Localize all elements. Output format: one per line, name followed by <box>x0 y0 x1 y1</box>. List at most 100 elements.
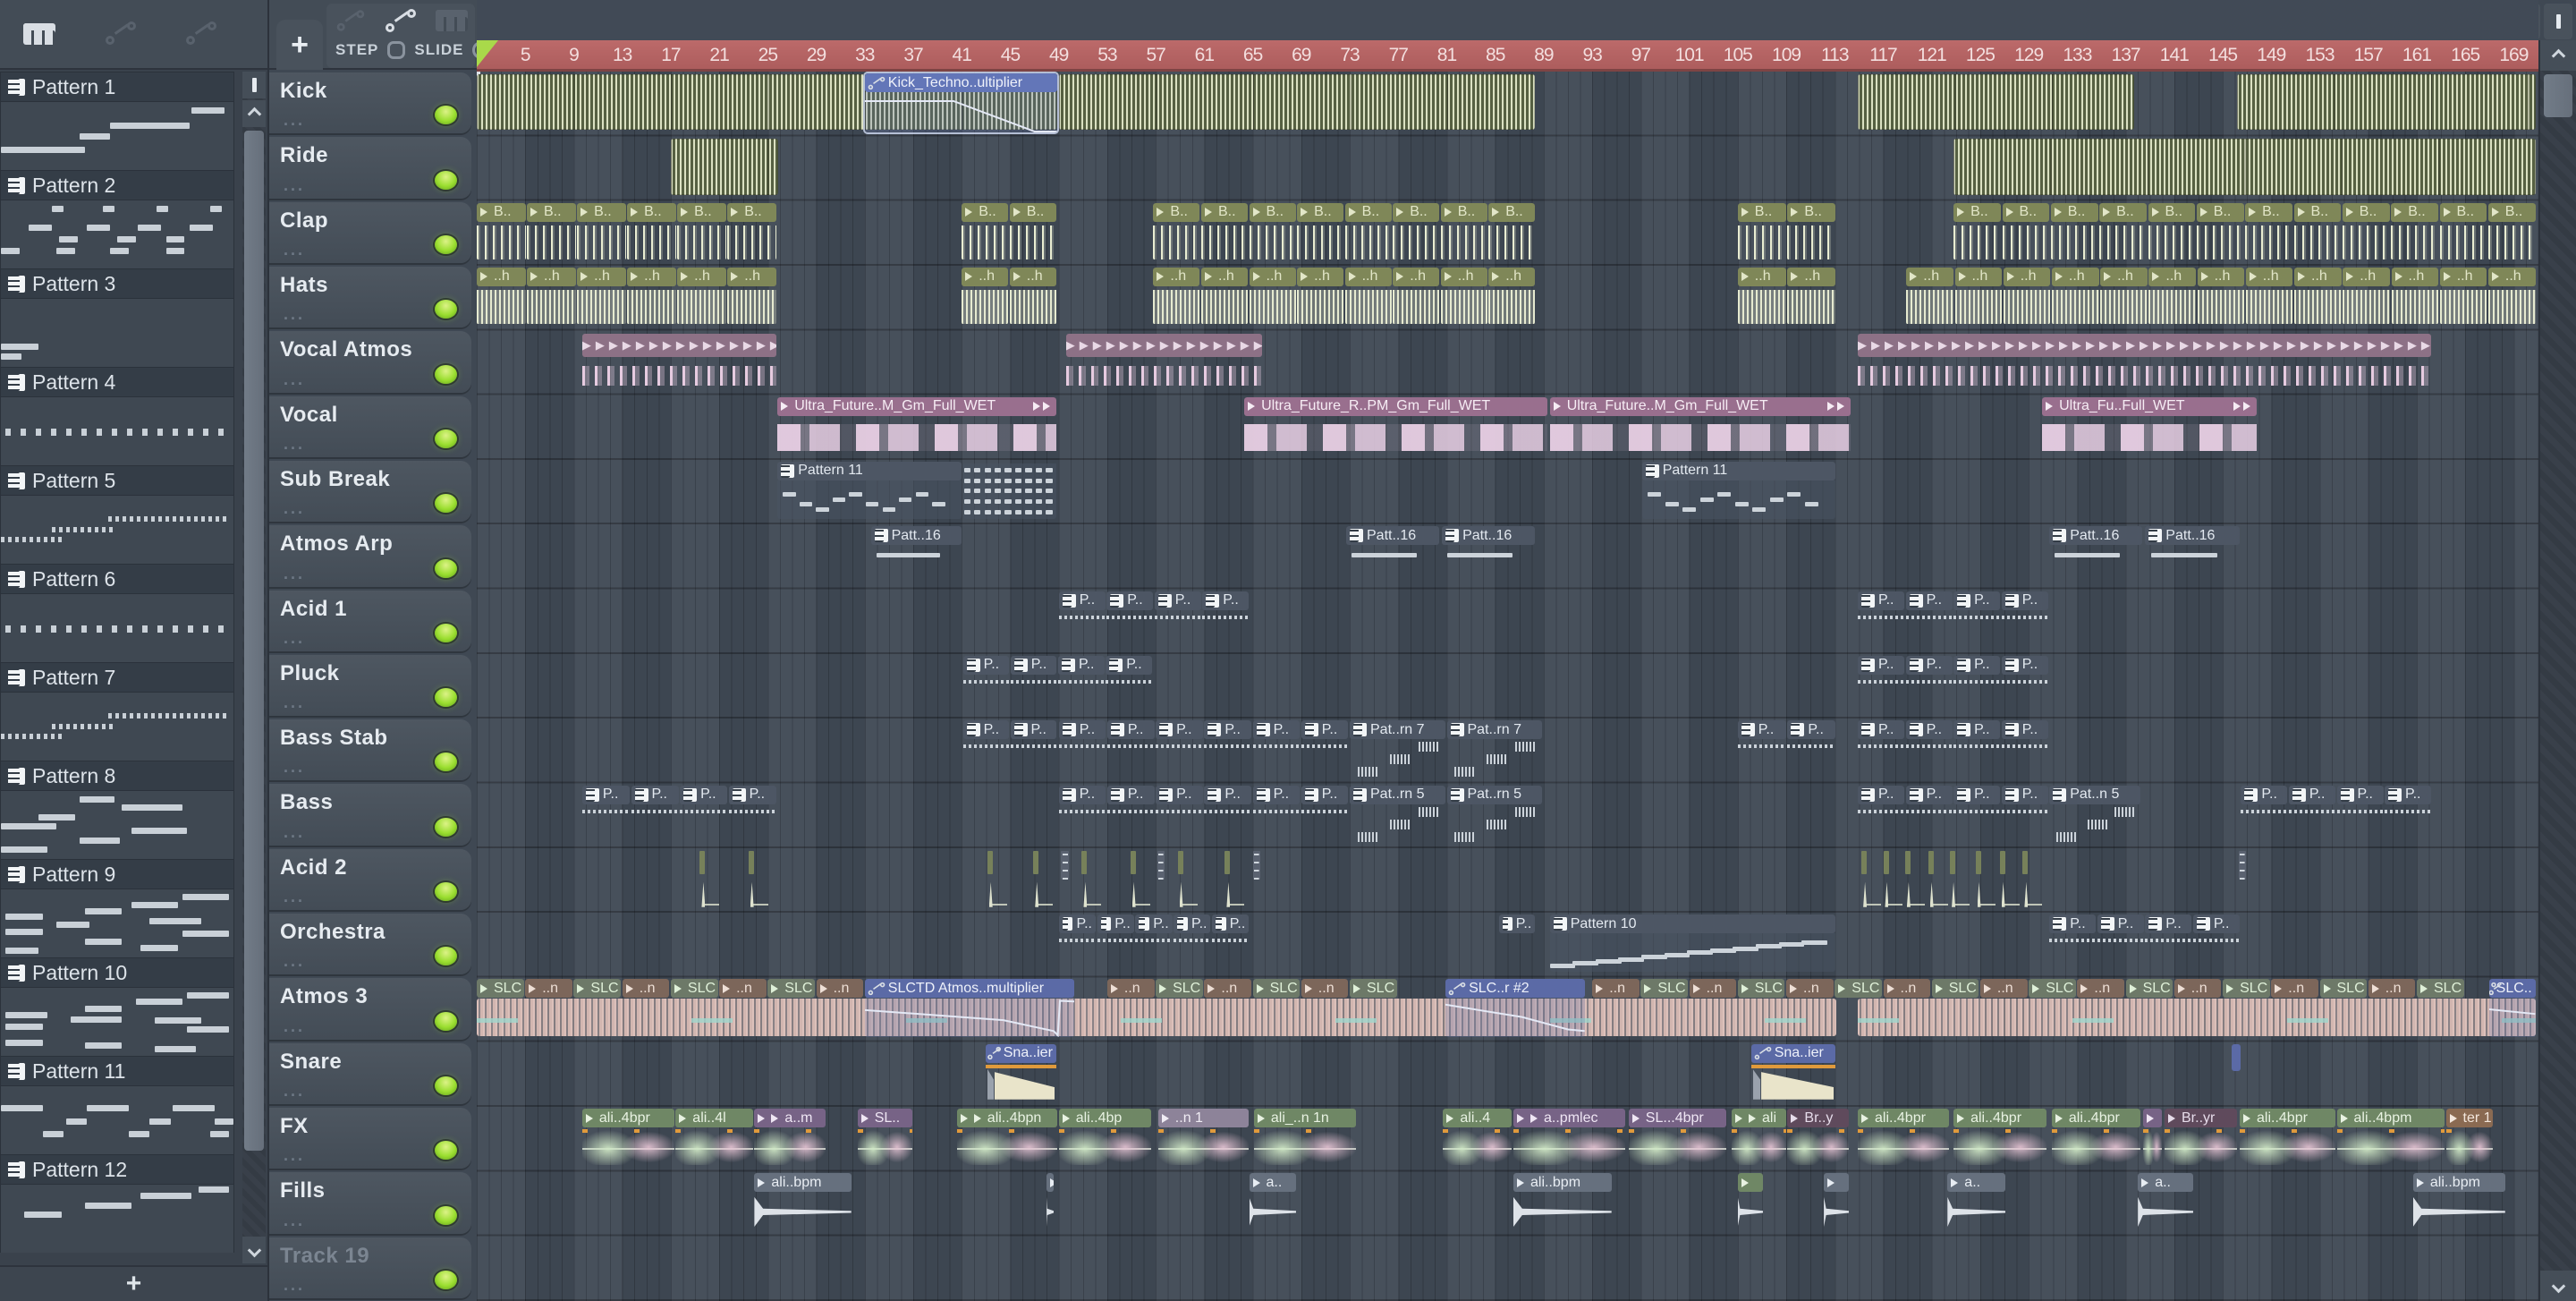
waveform-icon[interactable] <box>106 21 136 45</box>
clip-fill[interactable] <box>1046 1173 1055 1230</box>
clip-atmos3-slice[interactable]: ..n <box>1786 979 1834 999</box>
clip-atmos3-slice[interactable]: ..n <box>622 979 670 999</box>
clip-atmos3-slice[interactable]: SLC <box>1350 979 1397 999</box>
track-header-vocal[interactable]: Vocal... <box>269 395 471 457</box>
clip-acid2[interactable] <box>1975 850 1981 874</box>
clip-acid2[interactable] <box>1081 850 1088 874</box>
clip-drum-loop[interactable]: B.. <box>2487 202 2536 260</box>
clip-fill[interactable]: ali..bpm <box>1513 1173 1612 1230</box>
clip-acid2[interactable] <box>748 850 754 874</box>
clip-midi-small[interactable]: P.. <box>1737 720 1786 778</box>
clip-snare-sliver[interactable] <box>2231 1043 2241 1071</box>
clip-drum-loop[interactable]: ..h <box>2051 267 2099 325</box>
pattern-preview[interactable] <box>0 594 234 662</box>
clip-atmos3-slice[interactable]: ..n <box>816 979 864 999</box>
clip-midi-small[interactable]: P.. <box>1174 914 1211 972</box>
clip-fill[interactable] <box>1737 1173 1764 1230</box>
track-mute-led[interactable] <box>435 106 457 125</box>
clip-atmos3-slice[interactable]: SLC <box>767 979 815 999</box>
clip-acid2-alt[interactable] <box>1252 850 1261 880</box>
step-toggle[interactable] <box>387 41 406 59</box>
clip-midi-small[interactable]: P.. <box>1858 720 1904 778</box>
clip-drum-loop[interactable]: B.. <box>2148 202 2196 260</box>
clip-drum-loop[interactable]: ..h <box>1906 267 1953 325</box>
clip-vocal-atmos[interactable]: ▶▶▶▶▶▶▶▶▶▶▶▶▶▶▶▶▶▶▶▶▶▶▶▶▶▶▶▶▶▶▶▶▶▶▶▶▶▶▶▶… <box>1858 332 2432 389</box>
timeline-ruler[interactable]: 5 9 13 17 21 25 29 33 37 41 45 49 53 57 61 65 69 73 77 81 85… <box>477 40 2538 72</box>
clip-midi-small[interactable]: P.. <box>1204 785 1252 843</box>
track-mute-led[interactable] <box>435 234 457 254</box>
pattern-item-title[interactable]: Pattern 5 <box>0 465 234 496</box>
clip-drum-loop[interactable]: B.. <box>2099 202 2147 260</box>
clip-fx[interactable] <box>2142 1109 2163 1166</box>
pattern-preview[interactable] <box>0 397 234 465</box>
clip-atmos3-slice[interactable]: ..n <box>719 979 767 999</box>
clip-acid2[interactable] <box>1999 850 2005 874</box>
clip-midi-small[interactable]: P.. <box>2192 914 2240 972</box>
clip-atmos3-slice[interactable]: SLC <box>1737 979 1785 999</box>
clip-acid2[interactable] <box>1904 850 1911 874</box>
clip-acid2-alt[interactable] <box>1157 850 1165 880</box>
clip-orchestra-pattern[interactable]: Pattern 10 <box>1549 914 1836 973</box>
clip-midi-small[interactable]: P.. <box>1106 785 1155 843</box>
clip-midi-small[interactable]: P.. <box>2288 785 2335 843</box>
clip-acid2-alt[interactable] <box>1061 850 1070 880</box>
clip-atmos3-slice[interactable]: SLC <box>1931 979 1979 999</box>
clip-drum-loop[interactable]: ..h <box>2294 267 2342 325</box>
clip-midi-small[interactable]: P.. <box>2385 785 2431 843</box>
track-mute-led[interactable] <box>435 1141 457 1161</box>
clip-acid2[interactable] <box>1928 850 1934 874</box>
clip-snare-automation[interactable]: Sna..ier <box>986 1043 1056 1101</box>
clip-drum-loop[interactable]: ..h <box>1737 267 1786 325</box>
clip-vocal[interactable]: Ultra_Future_R..PM_Gm_Full_WET <box>1244 396 1547 455</box>
track-mute-led[interactable] <box>435 1011 457 1031</box>
track-mute-led[interactable] <box>435 300 457 319</box>
clip-drum-loop[interactable]: ..h <box>577 267 626 325</box>
clip-midi-pattern[interactable]: Pat..rn 7 <box>1446 720 1543 778</box>
clip-drum-loop[interactable]: ..h <box>2197 267 2245 325</box>
clip-acid2-alt[interactable] <box>2238 850 2247 880</box>
pattern-item-title[interactable]: Pattern 4 <box>0 367 234 397</box>
picker-scroll-up-button[interactable] <box>242 100 266 127</box>
track-options[interactable]: ... <box>284 629 305 648</box>
clip-fx[interactable]: ali..4bpr <box>1953 1109 2047 1166</box>
clip-atmos3-automation[interactable]: SLC.. <box>2489 979 2536 1037</box>
clip-atmos3-slice[interactable]: SLC <box>670 979 718 999</box>
clip-vocal-atmos[interactable]: ▶▶▶▶▶▶▶▶▶▶▶▶▶▶▶▶ <box>581 332 776 389</box>
track-options[interactable]: ... <box>284 1146 305 1165</box>
clip-midi-small[interactable]: P.. <box>1787 720 1836 778</box>
clip-midi-small[interactable]: P.. <box>1202 591 1250 649</box>
clip-drum-loop[interactable]: B.. <box>1787 202 1836 260</box>
track-options[interactable]: ... <box>284 305 305 324</box>
track-header-bass[interactable]: Bass... <box>269 784 471 846</box>
clip-acid2[interactable] <box>1861 850 1868 874</box>
clip-atmos3-slice[interactable]: SLC <box>2125 979 2174 999</box>
clip-drum-loop[interactable]: B.. <box>2342 202 2390 260</box>
pattern-preview[interactable] <box>0 102 234 170</box>
clip-kick-audio[interactable] <box>2237 74 2536 131</box>
automation-tool-icon[interactable] <box>386 9 416 32</box>
clip-drum-loop[interactable]: B.. <box>2293 202 2342 260</box>
clip-atmos3-slice[interactable]: ..n <box>1979 979 2028 999</box>
clip-drum-loop[interactable]: ..h <box>2245 267 2293 325</box>
clip-fx[interactable]: a..m <box>754 1109 826 1166</box>
clip-acid2[interactable] <box>699 850 706 874</box>
clip-midi-small[interactable]: P.. <box>2001 720 2048 778</box>
clip-atmos-arp[interactable]: Patt..16 <box>1442 526 1536 583</box>
clip-fill[interactable]: a.. <box>1947 1173 2006 1230</box>
clip-fx[interactable]: ali..4bpm <box>2336 1109 2445 1166</box>
clip-midi-small[interactable]: P.. <box>1905 655 1953 713</box>
clip-atmos3-slice[interactable]: SLC <box>2223 979 2270 999</box>
clip-acid2[interactable] <box>1224 850 1231 874</box>
clip-drum-loop[interactable]: B.. <box>627 202 676 260</box>
clip-midi-small[interactable]: P.. <box>1252 785 1301 843</box>
automation-icon[interactable] <box>186 21 216 45</box>
clip-fx[interactable]: ter 1 <box>2445 1109 2494 1166</box>
picker-scroll-down-button[interactable] <box>242 1237 266 1263</box>
clip-fx[interactable]: ali..4l <box>675 1109 753 1166</box>
pattern-item-title[interactable]: Pattern 1 <box>0 72 234 102</box>
clip-midi-small[interactable]: P.. <box>962 720 1009 778</box>
clip-midi-small[interactable]: P.. <box>1135 914 1173 972</box>
clip-midi-small[interactable]: P.. <box>2145 914 2192 972</box>
clip-atmos3-slice[interactable]: ..n <box>525 979 572 999</box>
clip-fill[interactable]: a.. <box>2138 1173 2194 1230</box>
